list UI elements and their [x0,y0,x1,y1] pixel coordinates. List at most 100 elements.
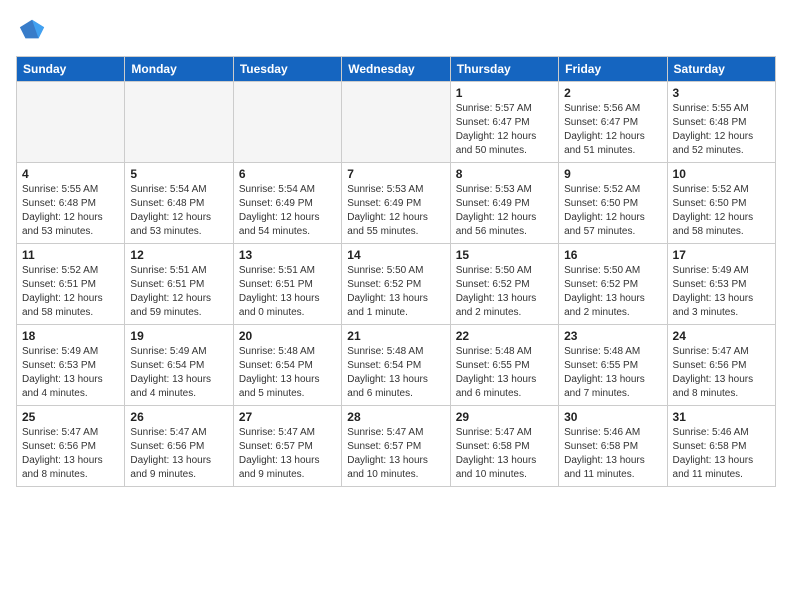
day-info: Sunrise: 5:52 AM Sunset: 6:50 PM Dayligh… [673,183,770,239]
calendar-day-cell: 18 Sunrise: 5:49 AM Sunset: 6:53 PM Dayli… [17,325,125,406]
day-number: 15 [456,248,553,262]
calendar-day-cell: 22 Sunrise: 5:48 AM Sunset: 6:55 PM Dayli… [450,325,558,406]
calendar-day-cell: 7 Sunrise: 5:53 AM Sunset: 6:49 PM Daylig… [342,163,450,244]
weekday-header: Monday [125,57,233,82]
calendar-day-cell [342,82,450,163]
calendar-day-cell: 29 Sunrise: 5:47 AM Sunset: 6:58 PM Dayli… [450,406,558,487]
weekday-header: Tuesday [233,57,341,82]
day-info: Sunrise: 5:52 AM Sunset: 6:51 PM Dayligh… [22,264,119,320]
day-info: Sunrise: 5:46 AM Sunset: 6:58 PM Dayligh… [673,426,770,482]
calendar-day-cell: 6Sunrise: 5:54 AM Sunset: 6:49 PM Daylig… [233,163,341,244]
day-info: Sunrise: 5:46 AM Sunset: 6:58 PM Dayligh… [564,426,661,482]
day-number: 21 [347,329,444,343]
calendar-day-cell: 31 Sunrise: 5:46 AM Sunset: 6:58 PM Dayli… [667,406,775,487]
calendar-day-cell: 25 Sunrise: 5:47 AM Sunset: 6:56 PM Dayli… [17,406,125,487]
calendar-day-cell: 14Sunrise: 5:50 AM Sunset: 6:52 PM Dayli… [342,244,450,325]
day-number: 31 [673,410,770,424]
day-number: 4 [22,167,119,181]
day-info: Sunrise: 5:47 AM Sunset: 6:56 PM Dayligh… [22,426,119,482]
logo [16,16,46,44]
day-info: Sunrise: 5:55 AM Sunset: 6:48 PM Dayligh… [673,102,770,158]
calendar-day-cell: 8 Sunrise: 5:53 AM Sunset: 6:49 PM Daylig… [450,163,558,244]
day-number: 7 [347,167,444,181]
day-info: Sunrise: 5:50 AM Sunset: 6:52 PM Dayligh… [456,264,553,320]
calendar-day-cell: 5 Sunrise: 5:54 AM Sunset: 6:48 PM Daylig… [125,163,233,244]
day-info: Sunrise: 5:48 AM Sunset: 6:55 PM Dayligh… [564,345,661,401]
day-number: 9 [564,167,661,181]
day-number: 22 [456,329,553,343]
calendar-day-cell: 13 Sunrise: 5:51 AM Sunset: 6:51 PM Dayli… [233,244,341,325]
calendar-day-cell: 11Sunrise: 5:52 AM Sunset: 6:51 PM Dayli… [17,244,125,325]
calendar-day-cell: 21 Sunrise: 5:48 AM Sunset: 6:54 PM Dayli… [342,325,450,406]
day-info: Sunrise: 5:47 AM Sunset: 6:58 PM Dayligh… [456,426,553,482]
calendar-day-cell: 1 Sunrise: 5:57 AM Sunset: 6:47 PM Daylig… [450,82,558,163]
calendar-day-cell: 9Sunrise: 5:52 AM Sunset: 6:50 PM Daylig… [559,163,667,244]
calendar-day-cell: 12Sunrise: 5:51 AM Sunset: 6:51 PM Dayli… [125,244,233,325]
day-info: Sunrise: 5:51 AM Sunset: 6:51 PM Dayligh… [239,264,336,320]
calendar-day-cell: 26Sunrise: 5:47 AM Sunset: 6:56 PM Dayli… [125,406,233,487]
day-info: Sunrise: 5:55 AM Sunset: 6:48 PM Dayligh… [22,183,119,239]
day-number: 18 [22,329,119,343]
calendar-day-cell: 20 Sunrise: 5:48 AM Sunset: 6:54 PM Dayli… [233,325,341,406]
calendar-table: SundayMondayTuesdayWednesdayThursdayFrid… [16,56,776,487]
day-info: Sunrise: 5:47 AM Sunset: 6:56 PM Dayligh… [130,426,227,482]
calendar-day-cell: 28Sunrise: 5:47 AM Sunset: 6:57 PM Dayli… [342,406,450,487]
day-info: Sunrise: 5:54 AM Sunset: 6:49 PM Dayligh… [239,183,336,239]
day-number: 29 [456,410,553,424]
logo-icon [18,16,46,44]
calendar-day-cell: 2Sunrise: 5:56 AM Sunset: 6:47 PM Daylig… [559,82,667,163]
day-number: 25 [22,410,119,424]
day-info: Sunrise: 5:47 AM Sunset: 6:56 PM Dayligh… [673,345,770,401]
calendar-day-cell: 4 Sunrise: 5:55 AM Sunset: 6:48 PM Daylig… [17,163,125,244]
day-number: 27 [239,410,336,424]
day-number: 23 [564,329,661,343]
calendar-week-row: 1 Sunrise: 5:57 AM Sunset: 6:47 PM Daylig… [17,82,776,163]
day-number: 16 [564,248,661,262]
day-info: Sunrise: 5:48 AM Sunset: 6:55 PM Dayligh… [456,345,553,401]
day-number: 8 [456,167,553,181]
calendar-day-cell: 24 Sunrise: 5:47 AM Sunset: 6:56 PM Dayli… [667,325,775,406]
calendar-week-row: 25 Sunrise: 5:47 AM Sunset: 6:56 PM Dayli… [17,406,776,487]
day-number: 3 [673,86,770,100]
calendar-day-cell: 27 Sunrise: 5:47 AM Sunset: 6:57 PM Dayli… [233,406,341,487]
calendar-day-cell [233,82,341,163]
calendar-week-row: 4 Sunrise: 5:55 AM Sunset: 6:48 PM Daylig… [17,163,776,244]
day-number: 1 [456,86,553,100]
page-header [16,16,776,44]
day-number: 20 [239,329,336,343]
calendar-day-cell: 16 Sunrise: 5:50 AM Sunset: 6:52 PM Dayli… [559,244,667,325]
calendar-day-cell: 19Sunrise: 5:49 AM Sunset: 6:54 PM Dayli… [125,325,233,406]
day-number: 13 [239,248,336,262]
calendar-day-cell: 15 Sunrise: 5:50 AM Sunset: 6:52 PM Dayli… [450,244,558,325]
day-number: 30 [564,410,661,424]
day-info: Sunrise: 5:47 AM Sunset: 6:57 PM Dayligh… [239,426,336,482]
day-number: 2 [564,86,661,100]
day-info: Sunrise: 5:50 AM Sunset: 6:52 PM Dayligh… [564,264,661,320]
day-info: Sunrise: 5:51 AM Sunset: 6:51 PM Dayligh… [130,264,227,320]
calendar-week-row: 18 Sunrise: 5:49 AM Sunset: 6:53 PM Dayli… [17,325,776,406]
day-number: 24 [673,329,770,343]
day-info: Sunrise: 5:48 AM Sunset: 6:54 PM Dayligh… [239,345,336,401]
calendar-day-cell: 10Sunrise: 5:52 AM Sunset: 6:50 PM Dayli… [667,163,775,244]
day-number: 5 [130,167,227,181]
calendar-day-cell [125,82,233,163]
calendar-day-cell [17,82,125,163]
calendar-day-cell: 30 Sunrise: 5:46 AM Sunset: 6:58 PM Dayli… [559,406,667,487]
weekday-header: Friday [559,57,667,82]
day-info: Sunrise: 5:53 AM Sunset: 6:49 PM Dayligh… [347,183,444,239]
day-info: Sunrise: 5:50 AM Sunset: 6:52 PM Dayligh… [347,264,444,320]
weekday-header: Sunday [17,57,125,82]
day-info: Sunrise: 5:53 AM Sunset: 6:49 PM Dayligh… [456,183,553,239]
day-number: 19 [130,329,227,343]
weekday-header: Saturday [667,57,775,82]
day-info: Sunrise: 5:48 AM Sunset: 6:54 PM Dayligh… [347,345,444,401]
calendar-day-cell: 17Sunrise: 5:49 AM Sunset: 6:53 PM Dayli… [667,244,775,325]
day-info: Sunrise: 5:49 AM Sunset: 6:53 PM Dayligh… [22,345,119,401]
day-info: Sunrise: 5:57 AM Sunset: 6:47 PM Dayligh… [456,102,553,158]
calendar-week-row: 11Sunrise: 5:52 AM Sunset: 6:51 PM Dayli… [17,244,776,325]
calendar-day-cell: 3 Sunrise: 5:55 AM Sunset: 6:48 PM Daylig… [667,82,775,163]
day-number: 28 [347,410,444,424]
day-info: Sunrise: 5:54 AM Sunset: 6:48 PM Dayligh… [130,183,227,239]
weekday-header: Wednesday [342,57,450,82]
calendar-day-cell: 23 Sunrise: 5:48 AM Sunset: 6:55 PM Dayli… [559,325,667,406]
